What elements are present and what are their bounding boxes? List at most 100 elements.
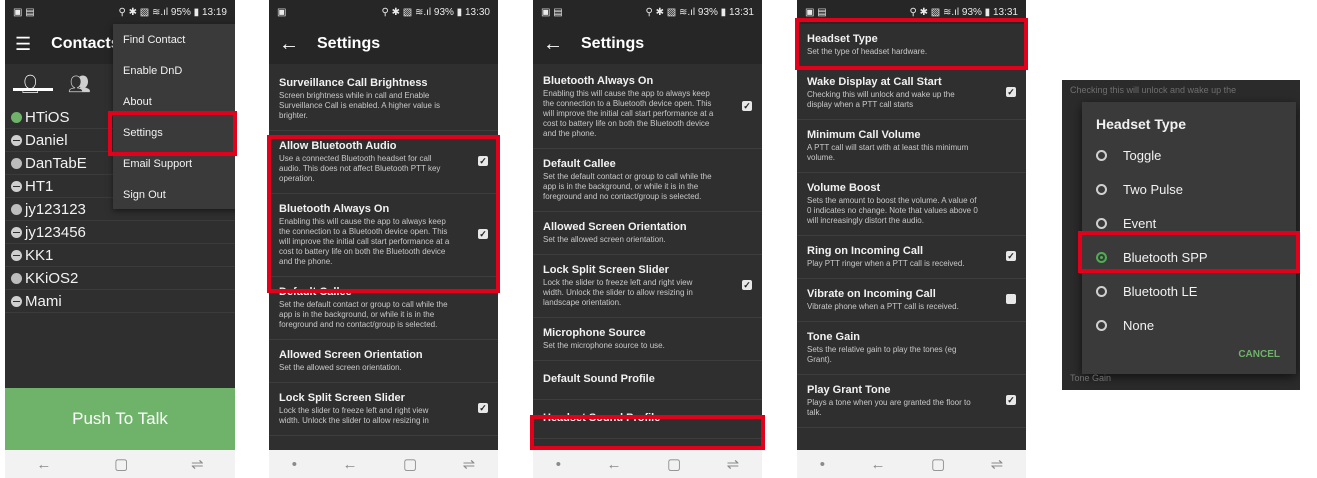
setting-title: Surveillance Call Brightness — [279, 77, 428, 89]
setting-item[interactable]: Microphone Source Set the microphone sour… — [533, 318, 762, 361]
setting-item[interactable]: Volume Boost Sets the amount to boost the… — [797, 173, 1026, 236]
push-to-talk-button[interactable]: Push To Talk — [5, 388, 235, 450]
back-nav-icon[interactable]: ← — [870, 456, 885, 473]
home-nav-icon[interactable]: ▢ — [403, 455, 417, 473]
recent-nav-icon[interactable]: ⇌ — [991, 455, 1004, 473]
menu-item-about[interactable]: About — [113, 86, 235, 117]
busy-status-icon — [11, 295, 22, 307]
status-right: ⚲ ✱ ▧ ≋.ıl 93% ▮ 13:30 — [381, 6, 490, 18]
setting-title: Ring on Incoming Call — [807, 245, 924, 257]
contact-row[interactable]: KK1 — [5, 244, 235, 267]
setting-title: Minimum Call Volume — [807, 129, 921, 141]
setting-summary: Set the default contact or group to call… — [543, 172, 712, 201]
setting-item[interactable]: Tone Gain Sets the relative gain to play … — [797, 322, 1026, 375]
tab-groups-icon[interactable]: 👥︎ — [68, 74, 91, 95]
recent-nav-icon[interactable]: ⇌ — [191, 455, 204, 473]
checkbox-checked-icon[interactable]: ✓ — [742, 280, 752, 290]
dot-icon: • — [555, 455, 561, 473]
checkbox-checked-icon[interactable]: ✓ — [1006, 395, 1016, 405]
setting-title: Tone Gain — [807, 331, 860, 343]
setting-item[interactable]: Bluetooth Always On Enabling this will ca… — [269, 194, 498, 277]
setting-title: Volume Boost — [807, 182, 881, 194]
menu-item-sign-out[interactable]: Sign Out — [113, 179, 235, 210]
radio-unselected-icon[interactable] — [1096, 183, 1107, 195]
setting-item[interactable]: Headset Sound Profile — [533, 400, 762, 439]
phone-settings-2: ▣ ▤ ⚲ ✱ ▧ ≋.ıl 93% ▮ 13:31 ← Settings Bl… — [533, 0, 762, 478]
setting-item[interactable]: Default Callee Set the default contact or… — [269, 277, 498, 340]
setting-summary: Set the type of headset hardware. — [807, 47, 928, 56]
setting-summary: Lock the slider to freeze left and right… — [279, 406, 429, 425]
home-nav-icon[interactable]: ▢ — [667, 455, 681, 473]
cancel-button[interactable]: CANCEL — [1238, 349, 1280, 360]
radio-option-toggle[interactable]: Toggle — [1082, 138, 1296, 172]
home-nav-icon[interactable]: ▢ — [114, 455, 128, 473]
option-label: Event — [1123, 215, 1157, 231]
radio-option-bluetooth-le[interactable]: Bluetooth LE — [1082, 274, 1296, 308]
setting-title: Default Sound Profile — [543, 373, 655, 385]
setting-title: Allow Bluetooth Audio — [279, 140, 397, 152]
contact-name: HT1 — [25, 177, 54, 195]
setting-item[interactable]: Vibrate on Incoming Call Vibrate phone wh… — [797, 279, 1026, 322]
setting-item[interactable]: Default Callee Set the default contact or… — [533, 149, 762, 212]
contact-row[interactable]: KKiOS2 — [5, 267, 235, 290]
setting-item[interactable]: Allowed Screen Orientation Set the allowe… — [269, 340, 498, 383]
checkbox-checked-icon[interactable]: ✓ — [1006, 87, 1016, 97]
busy-status-icon — [11, 249, 22, 261]
recent-nav-icon[interactable]: ⇌ — [463, 455, 476, 473]
checkbox-checked-icon[interactable]: ✓ — [478, 403, 488, 413]
back-nav-icon[interactable]: ← — [36, 456, 51, 473]
checkbox-checked-icon[interactable]: ✓ — [478, 156, 488, 166]
setting-item[interactable]: Headset Type Set the type of headset hard… — [797, 24, 1026, 67]
setting-title: Allowed Screen Orientation — [543, 221, 687, 233]
contact-name: Mami — [25, 292, 62, 310]
checkbox-checked-icon[interactable]: ✓ — [742, 101, 752, 111]
radio-unselected-icon[interactable] — [1096, 217, 1107, 229]
back-nav-icon[interactable]: ← — [606, 456, 621, 473]
setting-item[interactable]: Bluetooth Always On Enabling this will ca… — [533, 66, 762, 149]
setting-summary: Sets the relative gain to play the tones… — [807, 345, 957, 364]
settings-list: Bluetooth Always On Enabling this will ca… — [533, 64, 762, 439]
option-label: Bluetooth LE — [1123, 283, 1198, 299]
menu-item-enable-dnd[interactable]: Enable DnD — [113, 55, 235, 86]
setting-item[interactable]: Minimum Call Volume A PTT call will start… — [797, 120, 1026, 173]
dot-icon: • — [819, 455, 825, 473]
setting-item[interactable]: Play Grant Tone Plays a tone when you are… — [797, 375, 1026, 428]
menu-item-email-support[interactable]: Email Support — [113, 148, 235, 179]
contact-row[interactable]: jy123456 — [5, 221, 235, 244]
setting-item[interactable]: Default Sound Profile — [533, 361, 762, 400]
recent-nav-icon[interactable]: ⇌ — [727, 455, 740, 473]
back-arrow-icon[interactable]: ← — [279, 33, 299, 56]
radio-unselected-icon[interactable] — [1096, 319, 1107, 331]
home-nav-icon[interactable]: ▢ — [931, 455, 945, 473]
tab-contacts-person-icon[interactable]: 👤︎ — [19, 74, 42, 95]
nav-bar: • ← ▢ ⇌ — [533, 450, 762, 478]
setting-item[interactable]: Surveillance Call Brightness Screen brigh… — [269, 68, 498, 131]
checkbox-unchecked-icon[interactable] — [1006, 294, 1016, 304]
setting-item[interactable]: Allowed Screen Orientation Set the allowe… — [533, 212, 762, 255]
setting-item[interactable]: Ring on Incoming Call Play PTT ringer whe… — [797, 236, 1026, 279]
radio-unselected-icon[interactable] — [1096, 149, 1107, 161]
hamburger-icon[interactable]: ☰ — [15, 34, 31, 55]
radio-option-two-pulse[interactable]: Two Pulse — [1082, 172, 1296, 206]
page-title: Contacts — [51, 35, 120, 52]
radio-option-event[interactable]: Event — [1082, 206, 1296, 240]
setting-item[interactable]: Allow Bluetooth Audio Use a connected Blu… — [269, 131, 498, 194]
dimmed-background-tone-gain: Tone Gain — [1070, 373, 1112, 383]
back-arrow-icon[interactable]: ← — [543, 33, 563, 56]
radio-unselected-icon[interactable] — [1096, 285, 1107, 297]
presence-dot-icon — [11, 157, 22, 169]
checkbox-checked-icon[interactable]: ✓ — [1006, 251, 1016, 261]
setting-item[interactable]: Wake Display at Call Start Checking this … — [797, 67, 1026, 120]
menu-item-settings[interactable]: Settings — [113, 117, 235, 148]
radio-selected-icon[interactable] — [1096, 251, 1107, 263]
radio-option-none[interactable]: None — [1082, 308, 1296, 342]
status-bar: ▣ ▤ ⚲ ✱ ▧ ≋.ıl 93% ▮ 13:31 — [533, 0, 762, 24]
option-label: Bluetooth SPP — [1123, 249, 1208, 265]
back-nav-icon[interactable]: ← — [342, 456, 357, 473]
contact-row[interactable]: Mami — [5, 290, 235, 313]
radio-option-bluetooth-spp[interactable]: Bluetooth SPP — [1082, 240, 1296, 274]
setting-item[interactable]: Lock Split Screen Slider Lock the slider … — [533, 255, 762, 318]
setting-item[interactable]: Lock Split Screen Slider Lock the slider … — [269, 383, 498, 436]
menu-item-find-contact[interactable]: Find Contact — [113, 24, 235, 55]
checkbox-checked-icon[interactable]: ✓ — [478, 229, 488, 239]
